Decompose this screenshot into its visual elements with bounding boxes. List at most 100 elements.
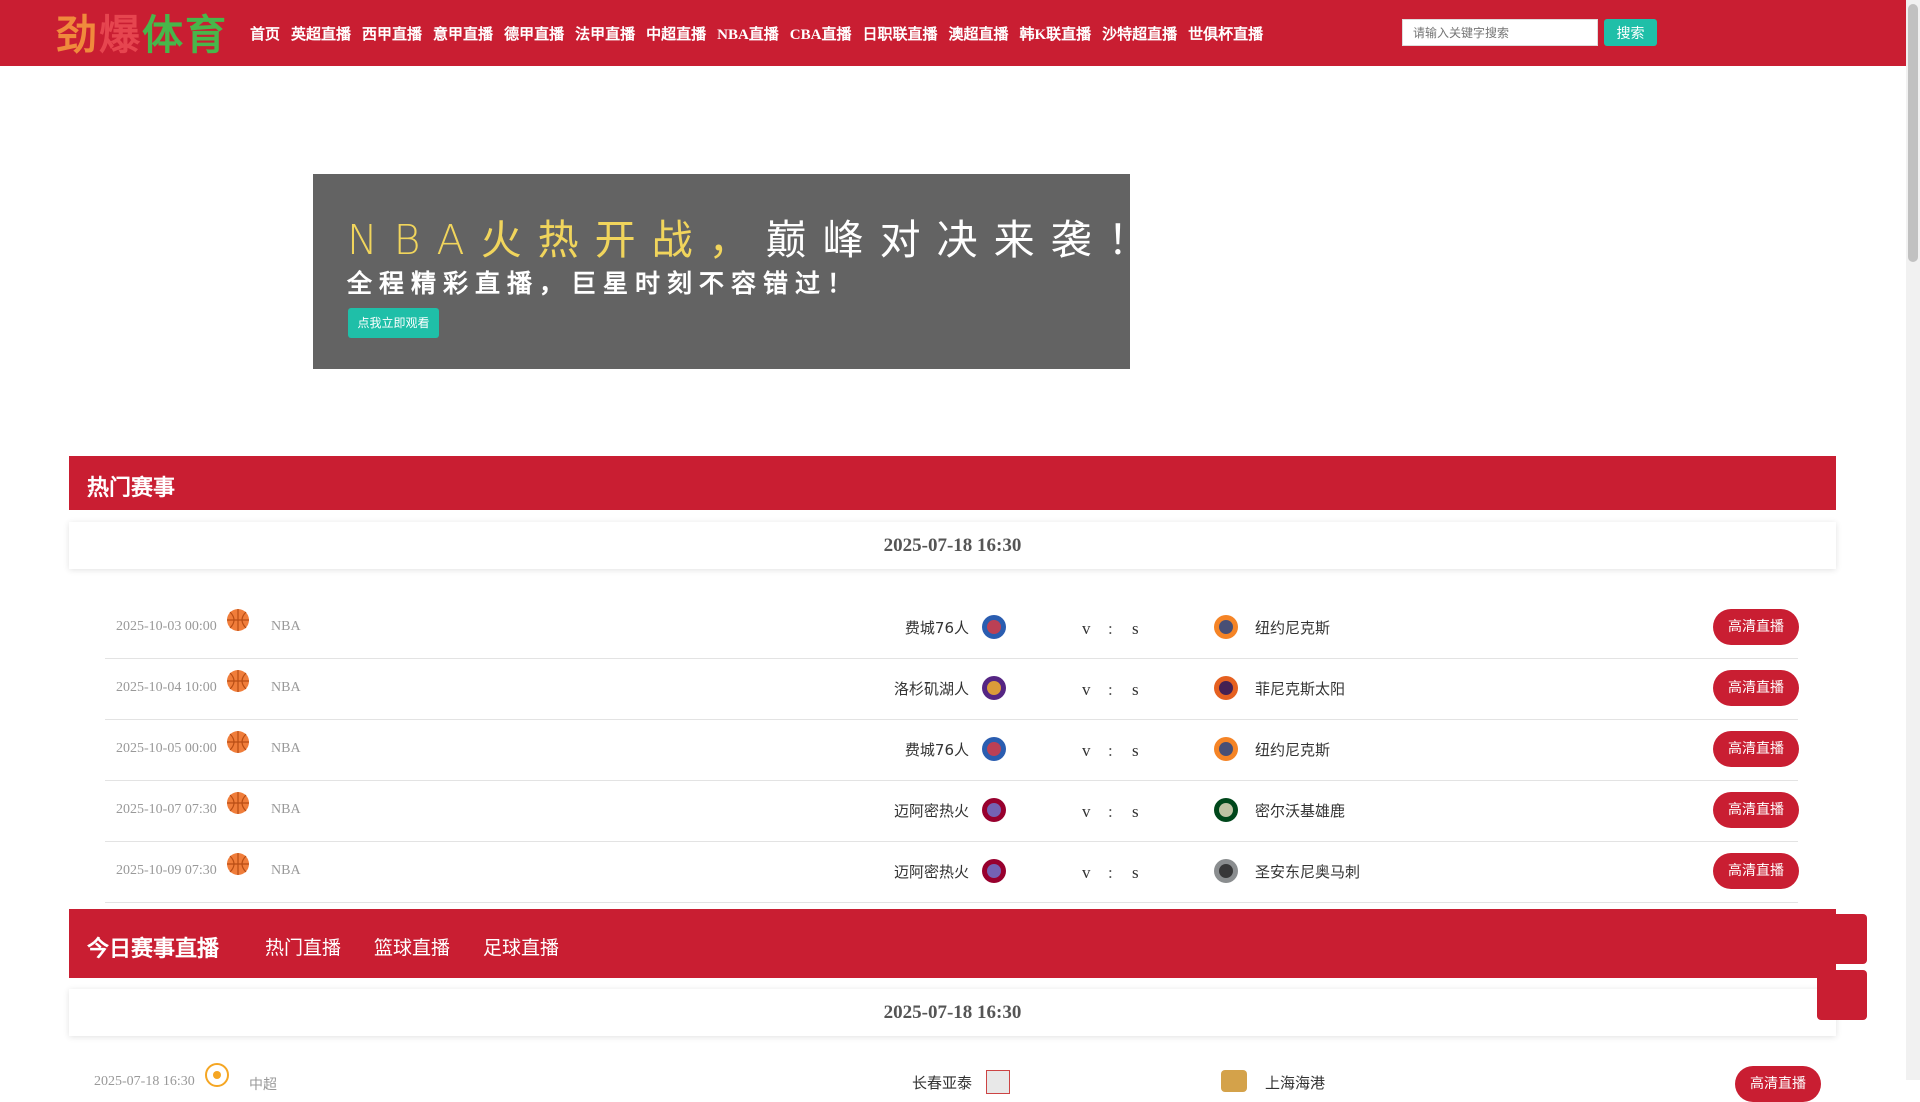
basketball-icon	[227, 731, 249, 753]
away-team: 上海海港	[1265, 1074, 1326, 1092]
match-time: 2025-10-09 07:30	[116, 863, 217, 878]
nav-item-seriea[interactable]: 意甲直播	[433, 23, 493, 44]
league-name: NBA	[271, 741, 301, 756]
score-away: s	[1132, 619, 1139, 638]
league-name: NBA	[271, 680, 301, 695]
match-time: 2025-10-04 10:00	[116, 680, 217, 695]
hot-matches-header: 热门赛事	[69, 456, 1836, 510]
nav-item-laliga[interactable]: 西甲直播	[362, 23, 422, 44]
match-row: 2025-10-07 07:30 NBA 迈阿密热火 v : s 密尔沃基雄鹿 …	[105, 780, 1799, 842]
away-team-logo	[1214, 676, 1238, 700]
home-team: 费城76人	[904, 741, 969, 759]
score-away: s	[1132, 863, 1139, 882]
away-team-logo	[1214, 615, 1238, 639]
away-team: 圣安东尼奥马刺	[1255, 863, 1361, 881]
home-team-logo	[982, 859, 1006, 883]
hd-live-button[interactable]: 高清直播	[1713, 731, 1799, 767]
score-home: v	[1082, 619, 1091, 638]
match-row: 2025-10-03 00:00 NBA 费城76人 v : s 纽约尼克斯 高…	[105, 597, 1799, 659]
page-scrollbar[interactable]	[1906, 0, 1920, 1080]
home-team: 洛杉矶湖人	[893, 680, 969, 698]
away-team: 纽约尼克斯	[1255, 619, 1331, 637]
score-home: v	[1082, 863, 1091, 882]
score-separator: :	[1108, 619, 1113, 638]
away-team-logo	[1214, 798, 1238, 822]
score-separator: :	[1108, 680, 1113, 699]
top-navbar: 劲爆体育 首页 英超直播 西甲直播 意甲直播 德甲直播 法甲直播 中超直播 NB…	[0, 0, 1906, 66]
match-tabs: 热门直播 篮球直播 足球直播	[265, 933, 592, 960]
date-bar: 2025-07-18 16:30	[69, 989, 1836, 1036]
away-team-logo	[1214, 737, 1238, 761]
search-button[interactable]: 搜索	[1604, 19, 1657, 46]
site-logo[interactable]: 劲爆体育	[56, 10, 234, 60]
nav-item-jleague[interactable]: 日职联直播	[862, 23, 937, 44]
home-team: 迈阿密热火	[893, 802, 969, 820]
home-team: 费城76人	[904, 619, 969, 637]
home-team-logo	[982, 737, 1006, 761]
banner-subtitle: 全程精彩直播，巨星时刻不容错过！	[347, 269, 860, 298]
score-home: v	[1082, 802, 1091, 821]
tab-football[interactable]: 足球直播	[483, 933, 559, 960]
nav-item-home[interactable]: 首页	[250, 23, 280, 44]
hd-live-button[interactable]: 高清直播	[1735, 1066, 1821, 1102]
score-away: s	[1132, 802, 1139, 821]
nav-item-aleague[interactable]: 澳超直播	[948, 23, 1008, 44]
team-logo	[1221, 1070, 1247, 1092]
search-input[interactable]	[1402, 19, 1598, 46]
home-team-logo	[982, 798, 1006, 822]
away-team: 菲尼克斯太阳	[1255, 680, 1346, 698]
date-bar: 2025-07-18 16:30	[69, 522, 1836, 569]
banner-title-rest: 巅峰对决来袭！	[765, 216, 1165, 264]
home-team: 长春亚泰	[912, 1074, 973, 1092]
basketball-icon	[227, 853, 249, 875]
tab-basketball[interactable]: 篮球直播	[374, 933, 450, 960]
away-team: 密尔沃基雄鹿	[1255, 802, 1346, 820]
hd-live-button[interactable]: 高清直播	[1713, 609, 1799, 645]
away-team-logo	[1214, 859, 1238, 883]
score-separator: :	[1108, 741, 1113, 760]
nav-item-cba[interactable]: CBA直播	[790, 23, 852, 44]
match-row: 2025-10-04 10:00 NBA 洛杉矶湖人 v : s 菲尼克斯太阳 …	[105, 658, 1799, 720]
match-row: 2025-10-05 00:00 NBA 费城76人 v : s 纽约尼克斯 高…	[105, 719, 1799, 781]
nav-item-ligue1[interactable]: 法甲直播	[575, 23, 635, 44]
match-time: 2025-07-18 16:30	[94, 1074, 195, 1089]
nav-item-csl[interactable]: 中超直播	[646, 23, 706, 44]
nav-item-saudi[interactable]: 沙特超直播	[1102, 23, 1177, 44]
nav-item-kleague[interactable]: 韩K联直播	[1019, 23, 1091, 44]
float-action-button[interactable]	[1817, 914, 1867, 964]
football-icon	[205, 1063, 229, 1087]
score-home: v	[1082, 741, 1091, 760]
watch-now-button[interactable]: 点我立即观看	[348, 308, 439, 338]
tab-hot[interactable]: 热门直播	[265, 933, 341, 960]
scrollbar-thumb[interactable]	[1908, 4, 1918, 262]
hd-live-button[interactable]: 高清直播	[1713, 853, 1799, 889]
float-action-button[interactable]	[1817, 970, 1867, 1020]
hd-live-button[interactable]: 高清直播	[1713, 670, 1799, 706]
nav-item-clubworldcup[interactable]: 世俱杯直播	[1188, 23, 1263, 44]
list-item: 2025-07-18 16:30 中超 长春亚泰 上海海港 高清直播	[69, 1062, 1836, 1102]
banner-title: NBA火热开战，巅峰对决来袭！	[347, 206, 1165, 266]
section-title: 热门赛事	[87, 476, 176, 501]
nav-item-epl[interactable]: 英超直播	[291, 23, 351, 44]
basketball-icon	[227, 609, 249, 631]
score-away: s	[1132, 680, 1139, 699]
nav-item-bundesliga[interactable]: 德甲直播	[504, 23, 564, 44]
today-matches-header: 今日赛事直播 热门直播 篮球直播 足球直播	[69, 909, 1836, 978]
basketball-icon	[227, 670, 249, 692]
score-separator: :	[1108, 802, 1113, 821]
score-away: s	[1132, 741, 1139, 760]
match-time: 2025-10-03 00:00	[116, 619, 217, 634]
promo-banner[interactable]: NBA火热开战，巅峰对决来袭！ 全程精彩直播，巨星时刻不容错过！ 点我立即观看	[313, 174, 1149, 369]
hd-live-button[interactable]: 高清直播	[1713, 792, 1799, 828]
home-team: 迈阿密热火	[893, 863, 969, 881]
score-home: v	[1082, 680, 1091, 699]
match-time: 2025-10-07 07:30	[116, 802, 217, 817]
basketball-icon	[227, 792, 249, 814]
home-team-logo	[982, 676, 1006, 700]
match-time: 2025-10-05 00:00	[116, 741, 217, 756]
team-logo	[986, 1070, 1010, 1094]
nav-item-nba[interactable]: NBA直播	[717, 23, 779, 44]
section-title: 今日赛事直播	[87, 937, 220, 962]
score-separator: :	[1108, 863, 1113, 882]
away-team: 纽约尼克斯	[1255, 741, 1331, 759]
